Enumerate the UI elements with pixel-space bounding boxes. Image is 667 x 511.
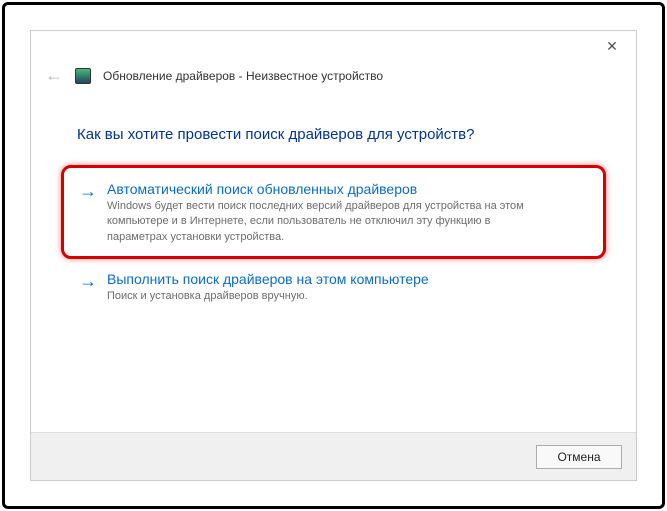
option-title: Автоматический поиск обновленных драйвер…	[107, 181, 588, 197]
option-auto-search[interactable]: → Автоматический поиск обновленных драйв…	[77, 177, 590, 249]
option-auto-wrap: → Автоматический поиск обновленных драйв…	[77, 177, 590, 249]
close-icon: ✕	[606, 38, 618, 55]
header-row: ← Обновление драйверов - Неизвестное уст…	[31, 61, 636, 98]
option-text: Выполнить поиск драйверов на этом компью…	[107, 271, 588, 304]
wizard-title: Обновление драйверов - Неизвестное устро…	[103, 69, 383, 83]
option-description: Windows будет вести поиск последних верс…	[107, 199, 527, 245]
driver-update-dialog: ✕ ← Обновление драйверов - Неизвестное у…	[30, 30, 637, 481]
option-browse-computer[interactable]: → Выполнить поиск драйверов на этом комп…	[77, 267, 590, 308]
question-heading: Как вы хотите провести поиск драйверов д…	[77, 126, 590, 143]
option-text: Автоматический поиск обновленных драйвер…	[107, 181, 588, 245]
footer: Отмена	[31, 432, 636, 480]
option-description: Поиск и установка драйверов вручную.	[107, 289, 527, 304]
cancel-button[interactable]: Отмена	[536, 445, 622, 469]
close-button[interactable]: ✕	[592, 33, 632, 59]
back-arrow-icon[interactable]: ←	[45, 65, 63, 86]
content-area: Как вы хотите провести поиск драйверов д…	[31, 98, 636, 432]
arrow-right-icon: →	[79, 181, 97, 245]
titlebar: ✕	[31, 31, 636, 61]
option-browse-wrap: → Выполнить поиск драйверов на этом комп…	[77, 267, 590, 308]
arrow-right-icon: →	[79, 271, 97, 304]
option-title: Выполнить поиск драйверов на этом компью…	[107, 271, 588, 287]
device-icon	[75, 68, 91, 84]
